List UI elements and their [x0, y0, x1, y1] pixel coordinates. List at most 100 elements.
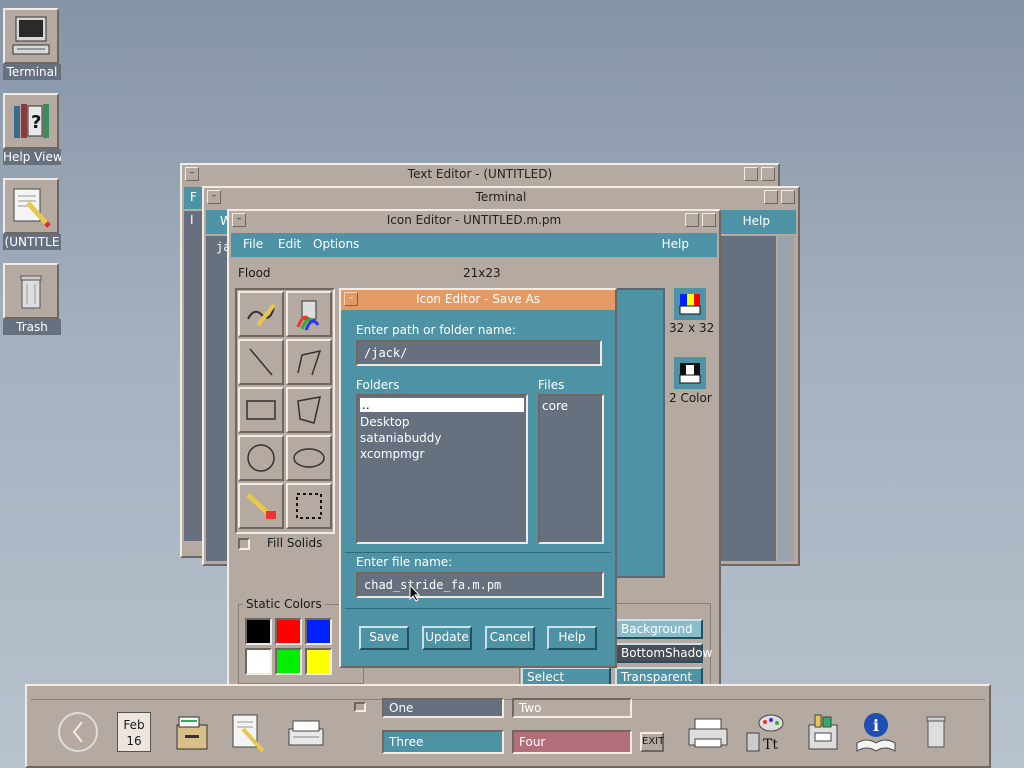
list-item[interactable]: Desktop [358, 414, 526, 430]
menu-edit[interactable]: Edit [278, 237, 301, 251]
printer-icon[interactable] [678, 702, 738, 762]
trash-can-icon [3, 263, 59, 319]
window-menu-button[interactable]: – [207, 190, 221, 204]
calendar-icon[interactable]: Feb 16 [104, 702, 164, 762]
clock-icon[interactable] [48, 702, 108, 762]
workspace-four[interactable]: Four [512, 730, 632, 754]
static-colors-label: Static Colors [243, 597, 325, 611]
text-editor-icon[interactable] [218, 702, 278, 762]
text-cursor: I [190, 213, 194, 227]
dialog-titlebar[interactable]: – Icon Editor - Save As [341, 290, 615, 310]
path-label: Enter path or folder name: [356, 323, 516, 337]
fill-solids-label: Fill Solids [267, 536, 323, 550]
color-swatch-yellow[interactable] [305, 648, 332, 675]
select-tool[interactable] [286, 483, 332, 529]
menu-help[interactable]: Help [662, 237, 689, 251]
trash-icon[interactable] [906, 702, 966, 762]
workspace-two[interactable]: Two [512, 698, 632, 718]
help-books-icon: ? [3, 93, 59, 149]
polyline-tool[interactable] [286, 339, 332, 385]
mono-preview-label: 2 Color [669, 391, 712, 405]
icon-editor-menubar: File Edit Options Help [231, 233, 717, 257]
minimize-button[interactable] [744, 167, 758, 181]
filename-input[interactable]: chad_stride_fa.m.pm [356, 572, 604, 598]
files-list[interactable]: core [538, 394, 604, 544]
vertical-scrollbar[interactable] [778, 236, 794, 561]
svg-text:Tt: Tt [763, 737, 778, 753]
file-manager-icon[interactable] [160, 702, 220, 762]
separator [345, 552, 611, 553]
pencil-tool[interactable] [238, 291, 284, 337]
path-input[interactable]: /jack/ [356, 340, 602, 366]
ellipse-tool[interactable] [286, 435, 332, 481]
maximize-button[interactable] [781, 190, 795, 204]
folders-label: Folders [356, 378, 400, 392]
workspace-one[interactable]: One [382, 698, 504, 718]
color-swatch-white[interactable] [245, 648, 272, 675]
desktop-icon-help-view[interactable]: ? Help View [3, 93, 61, 165]
minimize-button[interactable] [685, 213, 699, 227]
minimize-button[interactable] [764, 190, 778, 204]
save-button[interactable]: Save [359, 626, 409, 650]
folders-list[interactable]: .. Desktop sataniabuddy xcompmgr [356, 394, 528, 544]
files-label: Files [538, 378, 565, 392]
tool-palette [235, 288, 335, 534]
color-swatch-blue[interactable] [305, 618, 332, 645]
separator [345, 608, 611, 609]
list-item[interactable]: .. [360, 398, 524, 412]
cancel-button[interactable]: Cancel [485, 626, 535, 650]
window-titlebar[interactable]: – Terminal [204, 188, 798, 208]
save-as-dialog[interactable]: – Icon Editor - Save As Enter path or fo… [339, 288, 617, 668]
window-menu-button[interactable]: – [344, 292, 358, 306]
application-manager-icon[interactable] [792, 702, 852, 762]
desktop-icon-label: (UNTITLE [3, 234, 61, 250]
menu-help[interactable]: Help [743, 214, 770, 228]
icon-size-label: 21x23 [463, 266, 501, 280]
window-menu-button[interactable]: – [185, 167, 199, 181]
workspace-switcher: One Two Three Four EXIT [346, 694, 666, 764]
eraser-tool[interactable] [238, 483, 284, 529]
polygon-tool[interactable] [286, 387, 332, 433]
desktop-icon-untitled[interactable]: (UNTITLE [3, 178, 61, 250]
help-button[interactable]: Help [547, 626, 597, 650]
window-titlebar[interactable]: – Text Editor - (UNTITLED) [182, 165, 778, 185]
list-item[interactable]: xcompmgr [358, 446, 526, 462]
desktop-icon-terminal[interactable]: Terminal [3, 8, 61, 80]
dynamic-color-background[interactable]: Background [615, 619, 703, 639]
desktop-icon-trash[interactable]: Trash [3, 263, 61, 335]
dialog-title: Icon Editor - Save As [415, 292, 541, 306]
style-manager-icon[interactable]: Tt [734, 702, 794, 762]
color-swatch-black[interactable] [245, 618, 272, 645]
svg-text:?: ? [31, 112, 41, 133]
flood-fill-tool[interactable] [286, 291, 332, 337]
window-titlebar[interactable]: – Icon Editor - UNTITLED.m.pm [229, 211, 719, 231]
help-manager-icon[interactable]: i [846, 702, 906, 762]
window-menu-button[interactable]: – [232, 213, 246, 227]
color-swatch-red[interactable] [275, 618, 302, 645]
desktop-icon-label: Terminal [3, 64, 61, 80]
window-title: Icon Editor - UNTITLED.m.pm [386, 213, 562, 227]
desktop-icon-label: Help View [3, 149, 61, 165]
terminal-icon [3, 8, 59, 64]
color-swatch-green[interactable] [275, 648, 302, 675]
maximize-button[interactable] [761, 167, 775, 181]
menu-file[interactable]: File [243, 237, 263, 251]
list-item[interactable]: core [540, 398, 602, 414]
lock-indicator [354, 702, 366, 712]
workspace-three[interactable]: Three [382, 730, 504, 754]
line-tool[interactable] [238, 339, 284, 385]
tool-mode-label: Flood [238, 266, 271, 280]
circle-tool[interactable] [238, 435, 284, 481]
mono-preview-icon [674, 357, 706, 389]
rectangle-tool[interactable] [238, 387, 284, 433]
mailer-icon[interactable] [276, 702, 336, 762]
fill-solids-checkbox[interactable] [238, 538, 250, 550]
mouse-pointer-icon [409, 584, 421, 602]
update-button[interactable]: Update [422, 626, 472, 650]
exit-button[interactable]: EXIT [640, 732, 664, 752]
dynamic-color-bottom-shadow[interactable]: BottomShadow [615, 643, 712, 663]
maximize-button[interactable] [702, 213, 716, 227]
list-item[interactable]: sataniabuddy [358, 430, 526, 446]
color-preview-label: 32 x 32 [669, 321, 715, 335]
menu-options[interactable]: Options [313, 237, 359, 251]
